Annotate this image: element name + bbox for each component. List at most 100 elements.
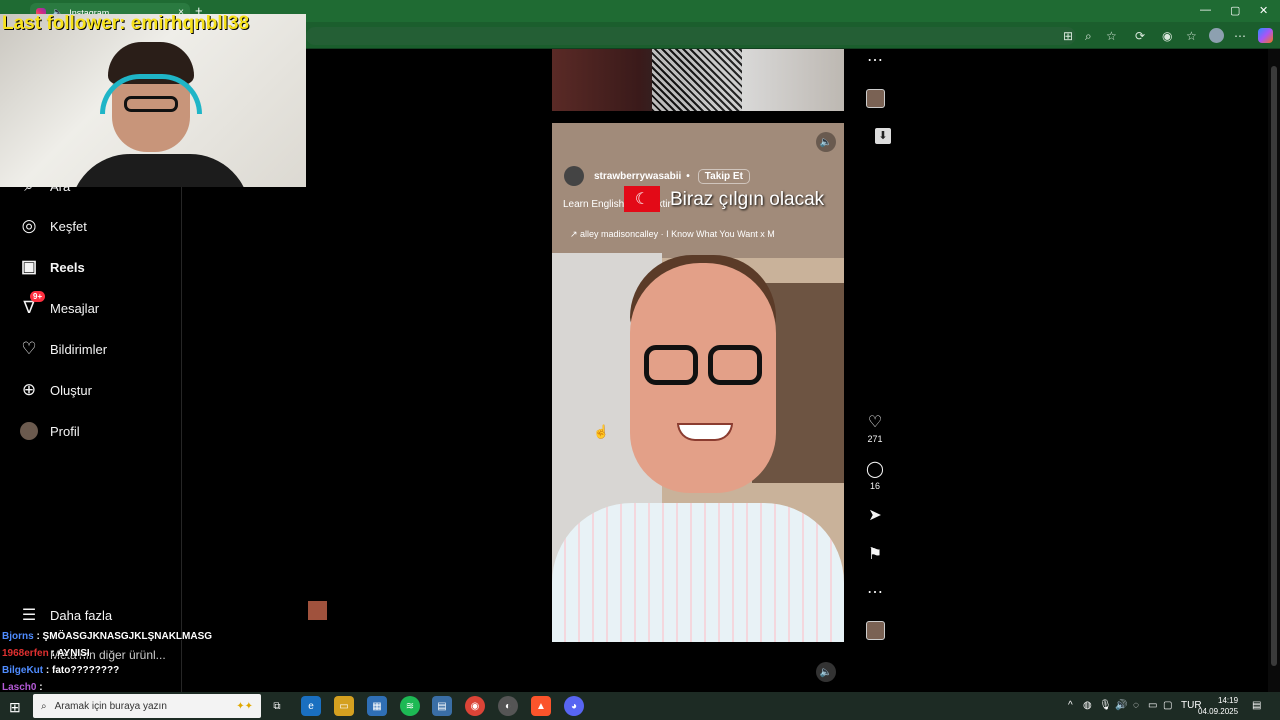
favorite-star-icon[interactable]: ☆ [1106, 29, 1117, 43]
previous-reel-video[interactable] [552, 49, 844, 111]
separator: • [686, 170, 690, 182]
volume-icon[interactable]: 🔈 [816, 132, 836, 152]
sidebar-item-reels[interactable]: ▣ Reels [18, 255, 85, 279]
sidebar-item-label: Mesajlar [50, 300, 100, 316]
last-follower-text: Last follower: emirhqnbll38 [2, 13, 250, 34]
sidebar-item-messages[interactable]: ∇ 9+ Mesajlar [18, 291, 100, 320]
webcam-overlay [0, 14, 306, 187]
audio-thumbnail[interactable] [866, 621, 885, 640]
obs-icon[interactable]: ◐ [498, 696, 518, 716]
more-options-icon[interactable]: ⋯ [864, 582, 886, 602]
close-window-button[interactable]: ✕ [1259, 4, 1268, 17]
comment-icon: ◯ [866, 461, 884, 478]
store-icon[interactable]: ▦ [367, 696, 387, 716]
windows-start-icon[interactable]: ⊞ [9, 699, 21, 716]
chat-username: BilgeKut [2, 665, 44, 676]
taskbar-search-input[interactable]: ⌕ Aramak için buraya yazın ✦✦ [33, 694, 261, 718]
sidebar-item-profile[interactable]: Profil [18, 419, 80, 443]
maximize-button[interactable]: ▢ [1230, 4, 1240, 17]
audio-thumbnail[interactable] [866, 89, 885, 108]
wifi-icon[interactable]: ◌ [1133, 700, 1139, 711]
chevron-up-icon[interactable]: ^ [1068, 700, 1073, 711]
reel-author-row: strawberrywasabii • Takip Et [564, 166, 750, 186]
sidebar-item-create[interactable]: ⊕ Oluştur [18, 378, 92, 402]
sidebar-item-label: Oluştur [50, 382, 92, 398]
address-bar[interactable] [306, 27, 1076, 45]
bookmark-icon: ⚑ [867, 546, 883, 563]
notification-icon[interactable]: ▤ [1252, 700, 1261, 711]
network-icon[interactable]: ◍ [1083, 700, 1092, 711]
video-overlay-text: Biraz çılgın olacak [670, 189, 825, 210]
display-icon[interactable]: ▢ [1163, 700, 1172, 711]
chat-message: : ŞMÖASGJKNASGJKLŞNAKLMASG [36, 631, 213, 642]
search-icon: ⌕ [41, 700, 47, 712]
app-icon[interactable]: ⊞ [1063, 29, 1073, 43]
taskbar-clock[interactable]: 14:19 04.09.2025 [1198, 695, 1238, 717]
hamburger-icon: ☰ [21, 607, 37, 624]
chat-line: Bjorns : ŞMÖASGJKNASGJKLŞNAKLMASG [2, 628, 342, 645]
turkish-flag-icon: ☾ [624, 186, 660, 212]
heart-icon: ♡ [867, 414, 883, 431]
discord-icon[interactable]: ◕ [564, 696, 584, 716]
sparkle-icon: ✦✦ [236, 700, 253, 712]
send-icon: ➤ [868, 507, 882, 524]
chat-message: : AYNISI [51, 648, 90, 659]
author-avatar[interactable] [564, 166, 584, 186]
author-username[interactable]: strawberrywasabii [594, 171, 681, 182]
chat-avatar [308, 601, 327, 620]
battery-icon[interactable]: ▭ [1148, 700, 1157, 711]
like-button[interactable]: ♡ 271 [864, 412, 886, 444]
chat-line: BilgeKut : fato???????? [2, 662, 342, 679]
favorites-icon[interactable]: ☆ [1186, 29, 1197, 43]
reel-video[interactable]: 🔈 strawberrywasabii • Takip Et Learn Eng… [552, 123, 844, 642]
edge-browser-icon[interactable]: e [301, 696, 321, 716]
next-reel-volume-icon[interactable]: 🔈 [816, 662, 836, 682]
calculator-icon[interactable]: ▤ [432, 696, 452, 716]
clock-date: 04.09.2025 [1198, 707, 1239, 716]
sidebar-item-explore[interactable]: ◎ Keşfet [18, 214, 87, 238]
sidebar-item-more[interactable]: ☰ Daha fazla [18, 603, 112, 627]
sidebar-item-label: Keşfet [50, 218, 87, 234]
like-count: 271 [867, 434, 883, 444]
sidebar-item-notifications[interactable]: ♡ Bildirimler [18, 337, 107, 361]
mouse-cursor-icon: ☝ [593, 424, 610, 439]
save-button[interactable]: ⚑ [864, 544, 886, 564]
profile-avatar [20, 422, 38, 440]
chat-line: 1968erfen : AYNISI [2, 645, 342, 662]
chat-username: Bjorns [2, 631, 34, 642]
mic-icon[interactable]: 🎙 [1099, 700, 1112, 711]
chat-username: 1968erfen [2, 648, 49, 659]
plus-icon: ⊕ [21, 380, 37, 399]
extensions-icon[interactable]: ⟳ [1135, 29, 1145, 43]
search-placeholder: Aramak için buraya yazın [54, 700, 167, 712]
reel-audio-label[interactable]: ↗ alley madisoncalley · I Know What You … [570, 229, 775, 240]
sidebar-item-label: Bildirimler [50, 341, 108, 357]
sidebar-item-label: Daha fazla [50, 607, 113, 623]
more-menu-icon[interactable]: ⋯ [1234, 29, 1246, 43]
chrome-icon[interactable]: ◉ [465, 696, 485, 716]
task-view-icon[interactable]: ⧉ [267, 696, 287, 716]
minimize-button[interactable]: — [1200, 4, 1211, 16]
more-options-icon[interactable]: ⋯ [864, 50, 886, 70]
sidebar-item-label: Profil [50, 423, 80, 439]
extension-icon[interactable]: ◉ [1162, 29, 1172, 43]
brave-icon[interactable]: ▲ [531, 696, 551, 716]
comment-button[interactable]: ◯ 16 [864, 459, 886, 491]
profile-avatar-icon[interactable] [1209, 28, 1224, 43]
reels-icon: ▣ [20, 257, 38, 276]
heart-icon: ♡ [21, 339, 37, 358]
comment-count: 16 [869, 481, 880, 491]
copilot-icon[interactable] [1258, 28, 1273, 43]
stream-chat: Bjorns : ŞMÖASGJKNASGJKLŞNAKLMASG 1968er… [2, 628, 342, 696]
download-icon[interactable]: ⬇ [875, 128, 891, 144]
file-explorer-icon[interactable]: ▭ [334, 696, 354, 716]
zoom-icon[interactable]: ⌕ [1085, 29, 1092, 44]
volume-icon[interactable]: 🔊 [1115, 700, 1127, 711]
spotify-icon[interactable]: ≋ [400, 696, 420, 716]
notification-badge: 9+ [30, 291, 46, 302]
chat-message: : fato???????? [45, 665, 120, 676]
sidebar-item-label: Reels [50, 259, 85, 275]
scrollbar-thumb[interactable] [1271, 66, 1277, 666]
share-button[interactable]: ➤ [864, 505, 886, 525]
follow-button[interactable]: Takip Et [697, 168, 750, 184]
